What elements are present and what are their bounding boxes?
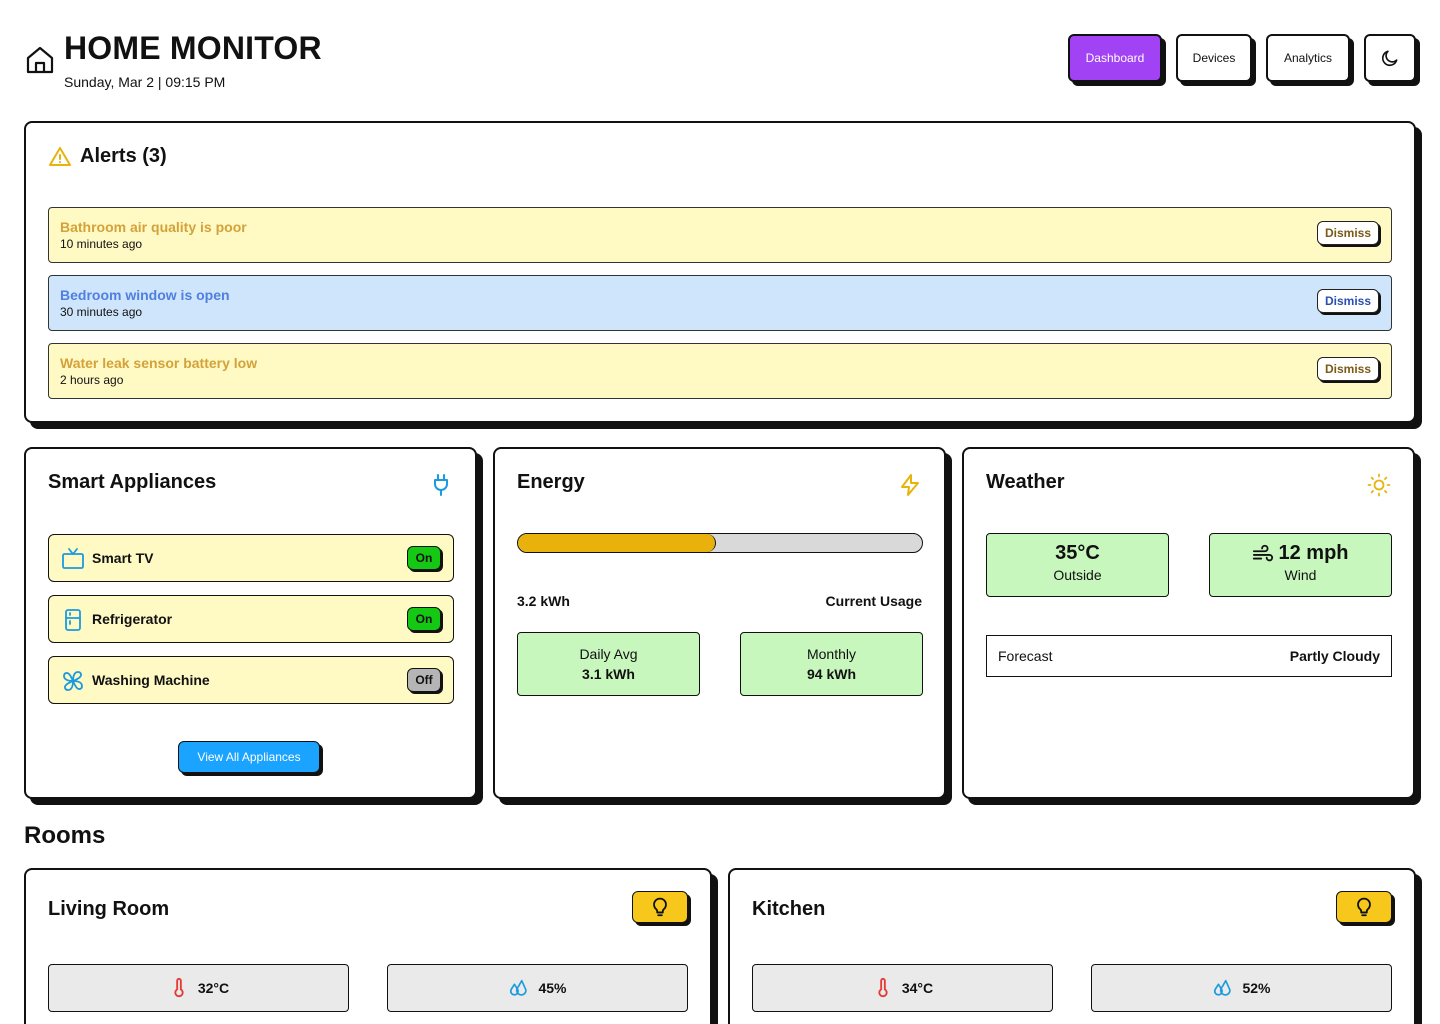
alert-item: Water leak sensor battery low 2 hours ag… <box>48 343 1392 399</box>
weather-title: Weather <box>986 471 1065 493</box>
appliances-card: Smart Appliances Smart TV On Refrigerato… <box>24 447 477 799</box>
room-name: Living Room <box>48 898 170 920</box>
light-toggle-button[interactable] <box>632 891 688 923</box>
wind-box: 12 mph Wind <box>1209 533 1392 597</box>
droplets-icon <box>510 979 528 996</box>
appliance-item: Washing Machine Off <box>48 656 454 704</box>
dashboard-button[interactable]: Dashboard <box>1068 34 1162 82</box>
temperature-box: 35°C Outside <box>986 533 1169 597</box>
appliance-name: Refrigerator <box>92 611 173 627</box>
room-card: Living Room 32°C 45% <box>24 868 712 1024</box>
power-toggle[interactable]: Off <box>407 668 441 692</box>
thermometer-icon <box>174 977 184 998</box>
lightning-icon <box>901 474 919 496</box>
moon-icon <box>1381 50 1398 67</box>
tv-icon <box>62 548 84 569</box>
dismiss-button[interactable]: Dismiss <box>1317 289 1379 313</box>
room-card: Kitchen 34°C 52% <box>728 868 1416 1024</box>
bulb-icon <box>653 897 667 917</box>
analytics-button[interactable]: Analytics <box>1266 34 1350 82</box>
appliance-name: Washing Machine <box>92 672 210 688</box>
date-time: Sunday, Mar 2 | 09:15 PM <box>64 74 226 90</box>
energy-usage-fill <box>518 534 716 552</box>
room-temp-value: 34°C <box>901 980 934 996</box>
light-toggle-button[interactable] <box>1336 891 1392 923</box>
monthly-label: Monthly <box>806 646 857 662</box>
appliance-item: Smart TV On <box>48 534 454 582</box>
room-temperature: 32°C <box>48 964 349 1012</box>
rooms-title: Rooms <box>24 822 106 849</box>
theme-toggle-button[interactable] <box>1364 34 1416 82</box>
warning-icon <box>49 147 71 166</box>
energy-title: Energy <box>517 471 585 493</box>
appliance-name: Smart TV <box>92 550 154 566</box>
appliance-item: Refrigerator On <box>48 595 454 643</box>
alerts-title: Alerts (3) <box>80 145 167 167</box>
forecast-value: Partly Cloudy <box>1289 648 1380 664</box>
alert-time: 2 hours ago <box>60 373 124 387</box>
daily-avg-label: Daily Avg <box>579 646 638 662</box>
bulb-icon <box>1357 897 1371 917</box>
room-temp-value: 32°C <box>197 980 230 996</box>
fan-icon <box>63 671 83 691</box>
alert-item: Bedroom window is open 30 minutes ago Di… <box>48 275 1392 331</box>
power-toggle[interactable]: On <box>407 607 441 631</box>
alert-time: 10 minutes ago <box>60 237 143 251</box>
wind-speed: 12 mph <box>1278 542 1349 564</box>
forecast-row: Forecast Partly Cloudy <box>986 635 1392 677</box>
sun-icon <box>1367 473 1391 497</box>
thermometer-icon <box>878 977 888 998</box>
view-all-appliances-button[interactable]: View All Appliances <box>178 741 320 773</box>
energy-card: Energy 3.2 kWh Current Usage Daily Avg 3… <box>493 447 946 799</box>
energy-usage-bar <box>517 533 923 553</box>
wind-label: Wind <box>1284 567 1317 583</box>
alerts-card: Alerts (3) Bathroom air quality is poor … <box>24 121 1416 423</box>
fridge-icon <box>65 609 81 631</box>
monthly-value: 94 kWh <box>806 666 856 682</box>
energy-usage-value: 3.2 kWh <box>517 593 570 609</box>
room-name: Kitchen <box>752 898 826 920</box>
room-humidity: 52% <box>1091 964 1392 1012</box>
alert-item: Bathroom air quality is poor 10 minutes … <box>48 207 1392 263</box>
daily-avg-value: 3.1 kWh <box>582 666 635 682</box>
room-humidity-value: 52% <box>1242 980 1271 996</box>
app-title: HOME MONITOR <box>64 30 322 66</box>
droplets-icon <box>1214 979 1232 996</box>
nav-bar: Dashboard Devices Analytics <box>1068 34 1416 82</box>
home-icon <box>26 46 54 74</box>
energy-usage-label: Current Usage <box>825 593 922 609</box>
room-humidity-value: 45% <box>538 980 567 996</box>
room-humidity: 45% <box>387 964 688 1012</box>
outside-temp: 35°C <box>1055 542 1100 564</box>
plug-icon <box>434 474 448 496</box>
wind-icon <box>1253 544 1274 561</box>
alert-message: Water leak sensor battery low <box>60 355 258 371</box>
devices-button[interactable]: Devices <box>1176 34 1252 82</box>
power-toggle[interactable]: On <box>407 546 441 570</box>
monthly-box: Monthly 94 kWh <box>740 632 923 696</box>
weather-card: Weather 35°C Outside 12 mph Wind Forecas… <box>962 447 1415 799</box>
alert-message: Bedroom window is open <box>60 287 230 303</box>
dismiss-button[interactable]: Dismiss <box>1317 357 1379 381</box>
daily-avg-box: Daily Avg 3.1 kWh <box>517 632 700 696</box>
room-temperature: 34°C <box>752 964 1053 1012</box>
alert-message: Bathroom air quality is poor <box>60 219 247 235</box>
appliances-title: Smart Appliances <box>48 471 217 493</box>
forecast-label: Forecast <box>998 648 1053 664</box>
header: HOME MONITOR Sunday, Mar 2 | 09:15 PM Da… <box>24 30 1416 100</box>
alert-time: 30 minutes ago <box>60 305 143 319</box>
outside-label: Outside <box>1053 567 1102 583</box>
dismiss-button[interactable]: Dismiss <box>1317 221 1379 245</box>
